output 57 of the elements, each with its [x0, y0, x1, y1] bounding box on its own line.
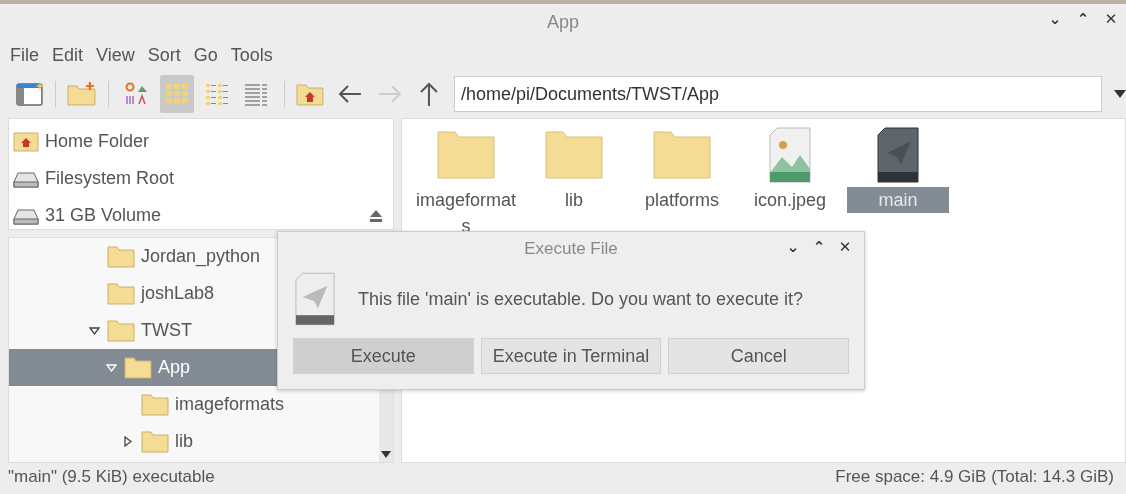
dialog-button[interactable]: Execute in Terminal [480, 338, 662, 374]
folder-icon [141, 430, 169, 453]
tree-item-label: joshLab8 [141, 283, 215, 304]
menu-item[interactable]: File [10, 44, 39, 66]
new-folder-icon[interactable] [66, 81, 97, 107]
folder-icon [141, 393, 169, 416]
compact-list-icon [203, 81, 230, 107]
file-name[interactable]: lib [523, 187, 625, 213]
tree-item-label: lib [175, 431, 193, 452]
home-folder-icon[interactable] [296, 81, 325, 107]
close-button[interactable]: ✕ [1100, 10, 1122, 28]
dropdown-arrow-icon[interactable] [1114, 90, 1126, 98]
tree-row[interactable]: lib [9, 423, 379, 460]
minimize-button[interactable]: ⌄ [782, 238, 804, 256]
menu-item[interactable]: Tools [230, 44, 273, 66]
place-item[interactable]: 31 GB Volume [45, 205, 162, 226]
menu-item[interactable]: View [96, 44, 135, 66]
menu-item[interactable]: Go [193, 44, 218, 66]
tree-item-label: App [158, 357, 191, 378]
folder-icon [107, 245, 135, 268]
path-field[interactable]: /home/pi/Documents/TWST/App [454, 76, 1102, 112]
eject-icon[interactable] [369, 208, 383, 223]
scroll-down-icon[interactable] [381, 451, 391, 458]
new-window-icon[interactable] [16, 81, 44, 107]
dialog-button[interactable]: Execute [293, 338, 474, 374]
file-name[interactable]: icon.jpeg [739, 187, 841, 213]
collapsed-arrow-icon[interactable] [124, 436, 132, 447]
dialog-button[interactable]: Cancel [668, 338, 849, 374]
tree-item-label: TWST [141, 320, 192, 341]
dialog-message: This file 'main' is executable. Do you want to execute it? [358, 288, 804, 310]
folder-icon [107, 282, 135, 305]
place-item[interactable]: Home Folder [45, 131, 150, 152]
tree-row[interactable]: Jordan_python [9, 238, 379, 275]
maximize-button[interactable]: ⌃ [1072, 10, 1094, 28]
tree-item-label: imageformats [175, 394, 285, 415]
menu-item[interactable]: Sort [147, 44, 181, 66]
executable-file-icon[interactable] [877, 127, 919, 183]
status-text: "main" (9.5 KiB) executable [8, 467, 215, 487]
folder-icon [124, 356, 152, 379]
menu-item[interactable]: Edit [52, 44, 84, 66]
close-button[interactable]: ✕ [834, 238, 856, 256]
expanded-arrow-icon[interactable] [88, 326, 100, 335]
minimize-button[interactable]: ⌄ [1044, 10, 1066, 28]
free-space-text: Free space: 4.9 GiB (Total: 14.3 GiB) [835, 467, 1114, 487]
file-name[interactable]: platforms [631, 187, 733, 213]
executable-file-icon [295, 271, 335, 327]
tree-item-label: Jordan_python [141, 246, 261, 267]
home-folder-icon [13, 131, 39, 152]
image-file-icon[interactable] [769, 127, 811, 183]
place-item[interactable]: Filesystem Root [45, 168, 175, 189]
folder-icon [107, 319, 135, 342]
detailed-list-icon [243, 81, 270, 107]
maximize-button[interactable]: ⌃ [808, 238, 830, 256]
dialog-title: Execute File [524, 239, 618, 259]
window-title: App [547, 11, 579, 33]
thumbnails-icon [123, 81, 150, 107]
tree-row[interactable]: imageformats [9, 386, 379, 423]
